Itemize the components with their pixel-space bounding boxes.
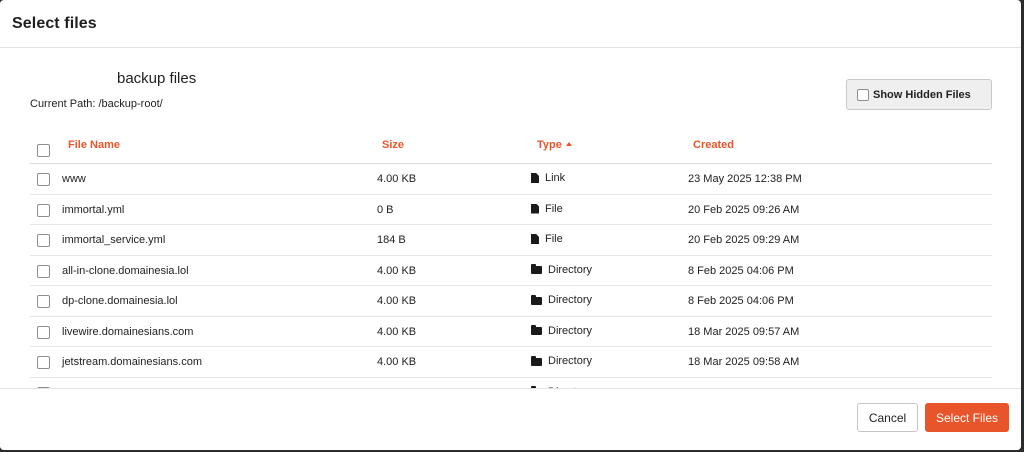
file-size: 4.00 KB <box>377 356 417 368</box>
file-name[interactable]: all-in-clone.domainesia.lol <box>62 265 189 277</box>
table-body: www 4.00 KB Link 23 May 2025 12:38 PM immort… <box>30 164 992 388</box>
select-files-modal: Select files backup files Current Path: … <box>0 0 1021 450</box>
file-created: 18 Mar 2025 09:58 AM <box>688 356 800 368</box>
file-name[interactable]: immortal.yml <box>62 204 124 216</box>
file-created: 8 Feb 2025 04:06 PM <box>688 264 794 277</box>
column-header-name[interactable]: File Name <box>68 139 120 151</box>
file-type-label: Directory <box>548 355 593 367</box>
show-hidden-label: Show Hidden Files <box>873 88 971 101</box>
file-type-label: File <box>545 233 563 245</box>
table-row[interactable]: all-in-clone.domainesia.lol 4.00 KB Direct… <box>30 256 992 286</box>
cancel-button[interactable]: Cancel <box>857 403 918 432</box>
folder-icon <box>531 325 542 335</box>
file-size: 184 B <box>377 234 406 246</box>
select-all-checkbox[interactable] <box>37 144 50 157</box>
row-checkbox[interactable] <box>37 295 50 308</box>
file-size: 0 B <box>377 203 394 216</box>
show-hidden-checkbox[interactable] <box>857 88 869 101</box>
file-icon <box>531 173 539 183</box>
folder-icon <box>531 294 542 305</box>
file-created: 18 Mar 2025 09:57 AM <box>688 325 800 338</box>
file-type-label: Directory <box>548 324 593 337</box>
sort-asc-icon <box>565 142 572 146</box>
file-created: 23 May 2025 12:38 PM <box>688 173 802 185</box>
show-hidden-files-button[interactable]: Show Hidden Files <box>846 79 992 110</box>
file-name[interactable]: immortal_service.yml <box>62 234 165 246</box>
file-name[interactable]: www <box>62 173 86 185</box>
select-files-button[interactable]: Select Files <box>925 403 1009 432</box>
column-header-size[interactable]: Size <box>382 139 404 151</box>
file-created: 8 Feb 2025 04:06 PM <box>688 295 794 307</box>
table-row[interactable]: 4.00 KBDirectory <box>30 378 992 388</box>
row-checkbox[interactable] <box>37 356 50 369</box>
file-table: File Name Size Type Created www 4.00 KB Li… <box>30 130 992 388</box>
row-checkbox[interactable] <box>37 203 50 217</box>
file-created: 20 Feb 2025 09:29 AM <box>688 234 800 246</box>
file-type: Link <box>531 172 565 184</box>
file-type: Directory <box>531 264 592 276</box>
table-row[interactable]: immortal_service.yml 184 B File 20 Feb 2025… <box>30 225 992 256</box>
row-checkbox[interactable] <box>37 234 50 247</box>
file-type-label: Directory <box>548 294 593 306</box>
file-type: Directory <box>531 355 592 367</box>
row-checkbox[interactable] <box>37 173 50 186</box>
folder-icon <box>531 264 542 274</box>
file-size: 4.00 KB <box>377 264 417 277</box>
file-type: Directory <box>531 325 592 337</box>
column-header-created[interactable]: Created <box>693 139 734 151</box>
row-checkbox[interactable] <box>37 264 50 278</box>
file-type-label: Link <box>545 172 566 184</box>
modal-header: Select files <box>0 0 1021 48</box>
file-name[interactable]: livewire.domainesians.com <box>62 326 193 338</box>
row-checkbox[interactable] <box>37 325 50 339</box>
table-row[interactable]: dp-clone.domainesia.lol 4.00 KB Directory 8… <box>30 286 992 317</box>
file-type-label: File <box>545 202 563 215</box>
file-type: File <box>531 233 563 245</box>
file-name[interactable]: dp-clone.domainesia.lol <box>62 295 178 307</box>
modal-title: Select files <box>12 14 97 32</box>
file-size: 4.00 KB <box>377 173 417 185</box>
table-row[interactable]: www 4.00 KB Link 23 May 2025 12:38 PM <box>30 164 992 195</box>
file-created: 20 Feb 2025 09:26 AM <box>688 203 800 216</box>
table-row[interactable]: jetstream.domainesians.com 4.00 KB Directo… <box>30 347 992 378</box>
column-header-type[interactable]: Type <box>537 139 572 151</box>
file-icon <box>531 203 539 214</box>
file-type-label: Directory <box>548 263 593 276</box>
file-size: 4.00 KB <box>377 325 417 338</box>
table-row[interactable]: immortal.yml 0 B File 20 Feb 2025 09:26 AM <box>30 195 992 225</box>
file-icon <box>531 234 539 244</box>
current-path: Current Path: /backup-root/ <box>30 98 163 110</box>
file-type: Directory <box>531 294 592 306</box>
column-header-type-label: Type <box>537 139 562 151</box>
table-header: File Name Size Type Created <box>30 130 992 164</box>
folder-title: backup files <box>117 70 197 87</box>
file-name[interactable]: jetstream.domainesians.com <box>62 356 202 368</box>
table-row[interactable]: livewire.domainesians.com 4.00 KB Director… <box>30 317 992 347</box>
file-type: File <box>531 203 563 215</box>
file-size: 4.00 KB <box>377 295 417 307</box>
folder-icon <box>531 355 542 366</box>
modal-footer: Cancel Select Files <box>0 388 1021 450</box>
